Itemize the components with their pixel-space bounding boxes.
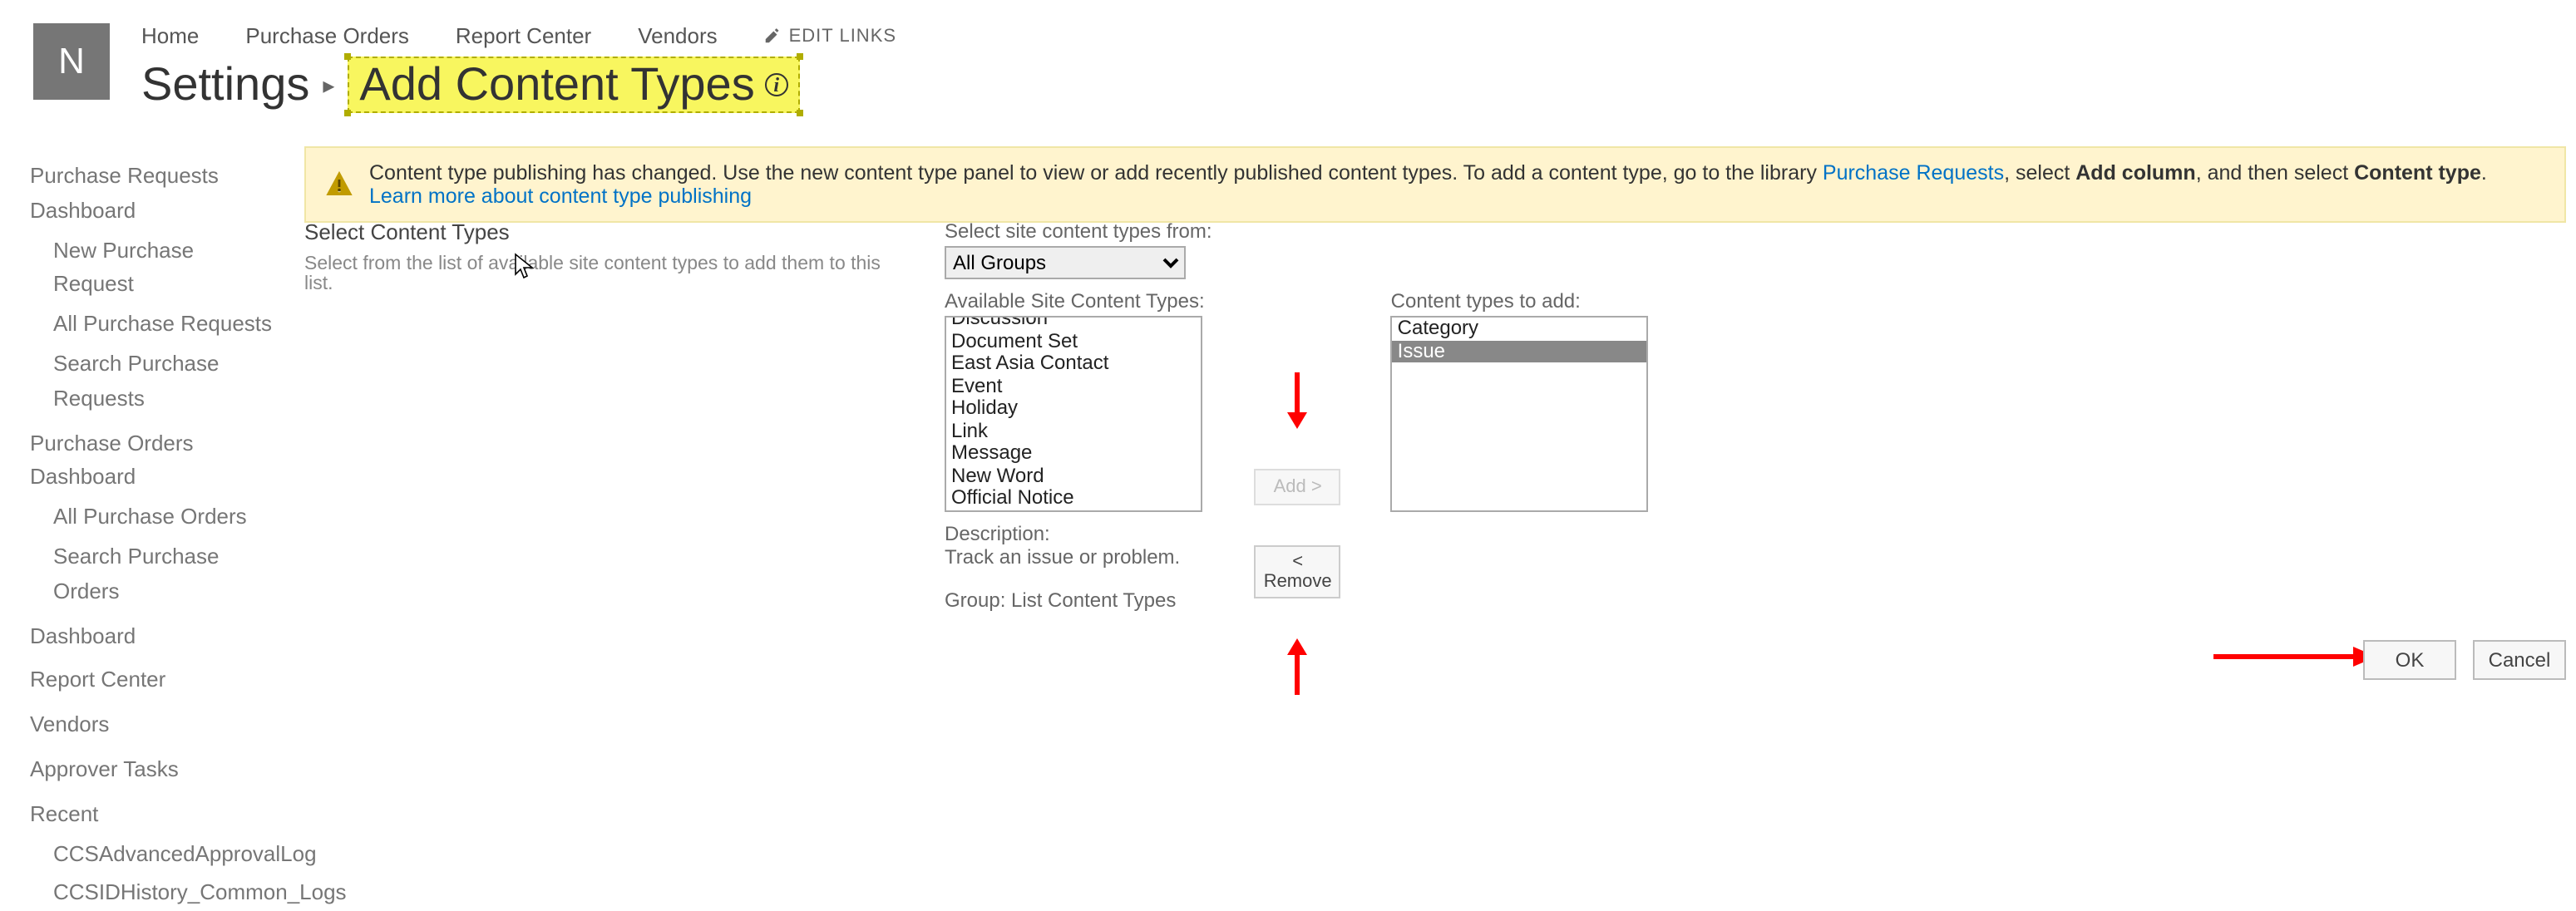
list-item[interactable]: Message [946, 442, 1201, 465]
nav-vendors-side[interactable]: Vendors [30, 708, 279, 743]
cursor-icon [514, 253, 537, 283]
section-title: Select Content Types [304, 219, 903, 244]
page-title-text: Add Content Types [359, 58, 754, 111]
pencil-icon [764, 27, 782, 45]
nav-all-purchase-requests[interactable]: All Purchase Requests [30, 308, 279, 342]
select-from-label: Select site content types from: [945, 219, 1649, 243]
nav-all-purchase-orders[interactable]: All Purchase Orders [30, 500, 279, 535]
form-left: Select Content Types Select from the lis… [304, 219, 903, 294]
available-listbox[interactable]: DiscussionDocument SetEast Asia ContactE… [945, 316, 1202, 512]
nav-report-center[interactable]: Report Center [456, 23, 591, 48]
nav-purchase-requests-dashboard[interactable]: Purchase Requests Dashboard [30, 160, 279, 229]
add-button[interactable]: Add > [1255, 469, 1341, 505]
notice-link-learn-more[interactable]: Learn more about content type publishing [369, 185, 752, 208]
site-logo-letter: N [58, 40, 85, 83]
list-item[interactable]: Discussion [946, 316, 1201, 330]
nav-report-center-side[interactable]: Report Center [30, 664, 279, 699]
breadcrumb-settings[interactable]: Settings [141, 58, 309, 111]
list-item[interactable]: New Word [946, 465, 1201, 487]
list-item[interactable]: Issue [1393, 340, 1647, 362]
list-item[interactable]: Document Set [946, 330, 1201, 352]
nav-new-purchase-request[interactable]: New Purchase Request [30, 234, 279, 303]
edit-links-button[interactable]: EDIT LINKS [764, 26, 896, 46]
available-label: Available Site Content Types: [945, 289, 1205, 313]
warning-icon [326, 171, 353, 198]
toadd-label: Content types to add: [1391, 289, 1649, 313]
notice-text: Content type publishing has changed. Use… [369, 161, 2544, 208]
breadcrumb: Settings ▸ Add Content Types i [141, 57, 800, 113]
nav-ccs-advanced-approval-log[interactable]: CCSAdvancedApprovalLog [30, 837, 279, 872]
nav-purchase-orders[interactable]: Purchase Orders [245, 23, 409, 48]
description-text: Track an issue or problem. [945, 545, 1205, 569]
toadd-listbox[interactable]: CategoryIssue [1391, 316, 1649, 512]
available-column: Available Site Content Types: Discussion… [945, 289, 1205, 612]
list-item[interactable]: Link [946, 420, 1201, 442]
site-logo[interactable]: N [33, 23, 110, 100]
list-item[interactable]: Event [946, 375, 1201, 397]
arrow-right-icon [2210, 642, 2376, 672]
group-line: Group: List Content Types [945, 588, 1205, 612]
form-right: Select site content types from: All Grou… [945, 219, 1649, 698]
info-icon[interactable]: i [765, 73, 788, 96]
nav-recent[interactable]: Recent [30, 798, 279, 833]
edit-links-label: EDIT LINKS [789, 26, 896, 46]
list-item[interactable]: Category [1393, 318, 1647, 340]
top-nav: Home Purchase Orders Report Center Vendo… [141, 23, 896, 48]
arrow-up-icon [1283, 638, 1313, 698]
list-item[interactable]: Holiday [946, 397, 1201, 420]
notice-link-library[interactable]: Purchase Requests [1823, 161, 2004, 185]
add-remove-column: Add > < Remove [1255, 369, 1341, 698]
nav-ccsid-history-common-logs[interactable]: CCSIDHistory_Common_Logs [30, 877, 279, 911]
footer-buttons: OK Cancel [2363, 640, 2566, 680]
page-title: Add Content Types i [348, 57, 799, 113]
list-item[interactable]: East Asia Contact [946, 352, 1201, 375]
cancel-button[interactable]: Cancel [2473, 640, 2566, 680]
nav-search-purchase-requests[interactable]: Search Purchase Requests [30, 347, 279, 416]
nav-vendors[interactable]: Vendors [638, 23, 717, 48]
chevron-right-icon: ▸ [323, 71, 334, 99]
description-label: Description: [945, 522, 1205, 545]
nav-home[interactable]: Home [141, 23, 199, 48]
nav-search-purchase-orders[interactable]: Search Purchase Orders [30, 540, 279, 609]
arrow-down-icon [1283, 369, 1313, 429]
group-select[interactable]: All Groups [945, 246, 1186, 279]
remove-button[interactable]: < Remove [1255, 545, 1341, 598]
nav-approver-tasks[interactable]: Approver Tasks [30, 753, 279, 788]
toadd-column: Content types to add: CategoryIssue [1391, 289, 1649, 512]
left-nav: Purchase Requests Dashboard New Purchase… [30, 150, 279, 911]
section-desc: Select from the list of available site c… [304, 254, 903, 294]
notice-bar: Content type publishing has changed. Use… [304, 146, 2566, 223]
ok-button[interactable]: OK [2363, 640, 2456, 680]
nav-purchase-orders-dashboard[interactable]: Purchase Orders Dashboard [30, 426, 279, 495]
nav-dashboard[interactable]: Dashboard [30, 619, 279, 654]
list-item[interactable]: Official Notice [946, 487, 1201, 510]
